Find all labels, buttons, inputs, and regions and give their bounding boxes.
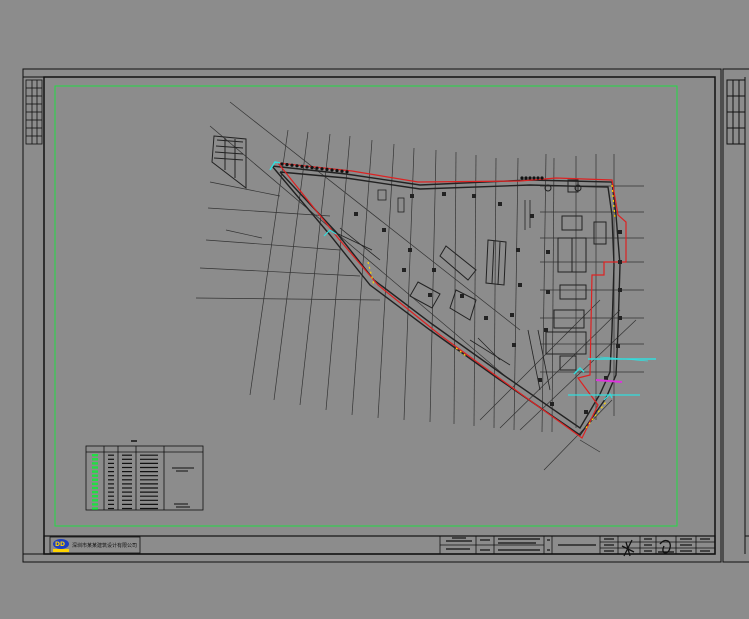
column (618, 260, 622, 264)
grid-line-h (195, 297, 381, 301)
legend-swatch (92, 462, 98, 465)
facade-marker (330, 168, 334, 172)
legend-swatch (92, 490, 98, 494)
facade-marker (285, 163, 289, 167)
facade-marker (536, 176, 540, 180)
facade-marker (340, 169, 344, 173)
column (518, 283, 522, 287)
column (460, 294, 464, 298)
legend-swatch (92, 458, 98, 461)
column (472, 194, 476, 198)
column (402, 268, 406, 272)
building-walls (271, 165, 621, 436)
facade-marker (310, 166, 314, 170)
column (616, 344, 620, 348)
facade-marker (325, 167, 329, 171)
column (442, 192, 446, 196)
facade-marker (532, 176, 536, 180)
facade-marker (300, 164, 304, 168)
column (550, 402, 554, 406)
cad-sheet: DD 深圳市某某建筑设计有限公司 (22, 68, 749, 563)
grid-line-h (225, 229, 263, 239)
column (354, 212, 358, 216)
facade-marker (528, 176, 532, 180)
legend-swatch (92, 466, 98, 469)
column (498, 202, 502, 206)
adjacent-sheet (722, 68, 749, 563)
facade-marker (540, 176, 544, 180)
facade-marker (305, 165, 309, 169)
facade-marker (295, 164, 299, 168)
column (516, 248, 520, 252)
legend-swatch (92, 503, 98, 506)
column (618, 288, 622, 292)
logo-icon: DD (53, 539, 69, 552)
legend-swatch (92, 478, 98, 481)
legend-swatch (92, 482, 98, 486)
grid-lines-vertical (249, 129, 615, 433)
column (544, 328, 548, 332)
legend-swatch (92, 486, 98, 490)
grid-line-v (429, 149, 437, 423)
grid-line-v (273, 131, 309, 401)
grid-line-v (403, 147, 415, 421)
column (530, 214, 534, 218)
grid-line-h (209, 181, 281, 197)
legend-swatch (92, 499, 98, 502)
grid-lines-horizontal (195, 101, 644, 471)
facade-marker (320, 167, 324, 171)
legend-swatch (92, 454, 98, 457)
legend-swatch (92, 470, 98, 473)
facade-marker (280, 162, 284, 166)
facade-marker (315, 166, 319, 170)
column (408, 248, 412, 252)
floor-plan (195, 101, 656, 471)
column (512, 343, 516, 347)
legend-rows (92, 454, 194, 510)
column (584, 410, 588, 414)
legend-swatch (92, 507, 98, 510)
column (428, 293, 432, 297)
facade-marker (290, 163, 294, 167)
cad-drawing-canvas[interactable]: DD 深圳市某某建筑设计有限公司 (0, 0, 749, 619)
svg-text:DD: DD (55, 541, 65, 548)
grid-line-v (249, 129, 289, 396)
column (618, 230, 622, 234)
column (382, 228, 386, 232)
facade-marker (520, 176, 524, 180)
column (510, 313, 514, 317)
column (546, 290, 550, 294)
column (546, 250, 550, 254)
column (604, 376, 608, 380)
legend-swatch (92, 474, 98, 477)
legend-swatch (92, 495, 98, 498)
stair-block (211, 135, 247, 190)
grid-line-v (493, 157, 497, 429)
grid-line-h (199, 267, 361, 277)
grid-line-h (229, 101, 521, 331)
column (432, 268, 436, 272)
grid-line-v (541, 153, 547, 433)
legend-table (85, 440, 204, 511)
company-name: 深圳市某某建筑设计有限公司 (72, 542, 137, 549)
facade-marker (524, 176, 528, 180)
inner-drawing-frame (54, 85, 678, 527)
grid-line-v (551, 157, 555, 433)
facade-marker (345, 170, 349, 174)
column (618, 316, 622, 320)
grid-line-diagonal (579, 439, 601, 453)
left-binding-table (25, 79, 43, 145)
column (484, 316, 488, 320)
facade-marker (335, 169, 339, 173)
grid-line-v (453, 151, 457, 425)
grid-line-h (205, 239, 341, 251)
grid-line-h (209, 125, 511, 381)
column (410, 194, 414, 198)
title-block: DD 深圳市某某建筑设计有限公司 (43, 535, 716, 557)
